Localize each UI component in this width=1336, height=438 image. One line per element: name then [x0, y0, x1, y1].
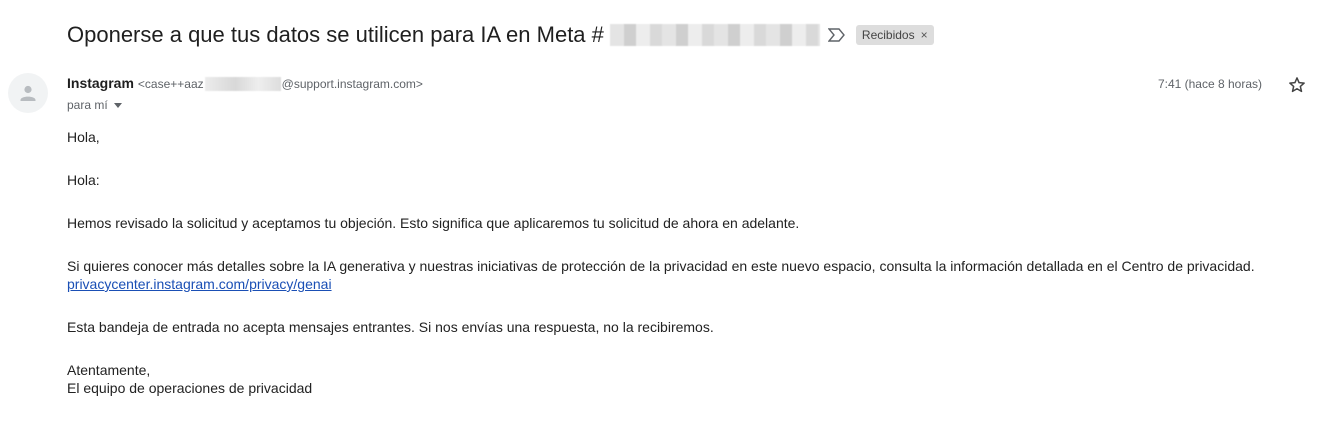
sender-email: <case++aaz @support.instagram.com> — [138, 77, 423, 91]
body-paragraph-2: Si quieres conocer más detalles sobre la… — [67, 258, 1255, 274]
star-icon[interactable] — [1287, 75, 1307, 95]
recipient-line: para mí — [67, 98, 122, 112]
body-paragraph-2-block: Si quieres conocer más detalles sobre la… — [67, 257, 1327, 293]
importance-marker-icon[interactable] — [827, 28, 846, 42]
closing: Atentamente, — [67, 362, 151, 378]
sender-line: Instagram <case++aaz @support.instagram.… — [67, 75, 423, 91]
redacted-email-part — [204, 77, 281, 91]
person-avatar-icon — [8, 73, 48, 113]
sender-email-suffix: @support.instagram.com> — [281, 77, 423, 91]
email-timestamp: 7:41 (hace 8 horas) — [1157, 77, 1262, 91]
sender-email-prefix: <case++aaz — [137, 77, 204, 91]
email-subject: Oponerse a que tus datos se utilicen par… — [67, 22, 604, 47]
label-chip-recibidos[interactable]: Recibidos × — [855, 25, 934, 45]
remove-label-button[interactable]: × — [921, 28, 928, 42]
subject-row: Oponerse a que tus datos se utilicen par… — [67, 18, 934, 52]
email-body: Hola, Hola: Hemos revisado la solicitud … — [67, 128, 1327, 397]
signature: El equipo de operaciones de privacidad — [67, 380, 313, 396]
body-paragraph-3: Esta bandeja de entrada no acepta mensaj… — [67, 319, 714, 335]
label-chip-text: Recibidos — [861, 28, 915, 42]
sender-name[interactable]: Instagram — [67, 75, 134, 91]
recipient-label: para mí — [67, 98, 108, 112]
redacted-subject-number — [609, 24, 820, 46]
body-paragraph-1: Hemos revisado la solicitud y aceptamos … — [67, 215, 800, 231]
chevron-down-icon[interactable] — [113, 102, 122, 108]
email-view: Oponerse a que tus datos se utilicen par… — [0, 0, 1336, 438]
privacy-center-link[interactable]: privacycenter.instagram.com/privacy/gena… — [67, 276, 332, 292]
greeting-2: Hola: — [67, 172, 100, 188]
greeting-1: Hola, — [67, 129, 100, 145]
